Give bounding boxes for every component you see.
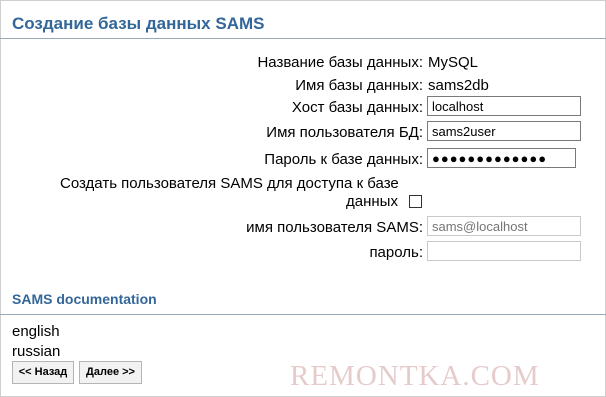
back-button[interactable]: << Назад [12, 361, 74, 384]
db-name-row: Имя базы данных: sams2db [0, 74, 606, 98]
docs-divider [0, 314, 606, 315]
title-divider [0, 38, 606, 39]
db-host-row: Хост базы данных: [0, 96, 606, 120]
doc-link-russian[interactable]: russian [12, 343, 60, 360]
db-host-input[interactable] [427, 96, 581, 116]
sams-password-input[interactable] [427, 241, 581, 261]
watermark: REMONTKA.COM [290, 360, 540, 392]
next-button[interactable]: Далее >> [79, 361, 142, 384]
db-user-input[interactable] [427, 121, 581, 141]
sams-password-row: пароль: [0, 241, 606, 265]
db-type-row: Название базы данных: MySQL [0, 51, 606, 75]
sams-user-input[interactable] [427, 216, 581, 236]
db-name-value: sams2db [428, 77, 489, 94]
sams-user-label: имя пользователя SAMS: [246, 219, 423, 236]
db-password-input[interactable] [427, 148, 576, 168]
sams-password-label: пароль: [369, 244, 423, 261]
doc-link-english[interactable]: english [12, 323, 60, 340]
db-password-label: Пароль к базе данных: [264, 151, 423, 168]
create-sams-user-checkbox[interactable] [409, 195, 422, 208]
db-name-label: Имя базы данных: [295, 77, 423, 94]
db-host-label: Хост базы данных: [291, 99, 423, 116]
create-sams-user-label-cont: данных [346, 193, 398, 210]
sams-user-row: имя пользователя SAMS: [0, 216, 606, 240]
db-user-label: Имя пользователя БД: [266, 124, 423, 141]
db-type-label: Название базы данных: [257, 54, 423, 71]
create-sams-user-label: Создать пользователя SAMS для доступа к … [60, 175, 399, 192]
db-password-row: Пароль к базе данных: [0, 148, 606, 172]
db-user-row: Имя пользователя БД: [0, 121, 606, 145]
page-title: Создание базы данных SAMS [12, 14, 265, 33]
docs-title: SAMS documentation [12, 291, 157, 307]
db-type-value: MySQL [428, 54, 479, 71]
